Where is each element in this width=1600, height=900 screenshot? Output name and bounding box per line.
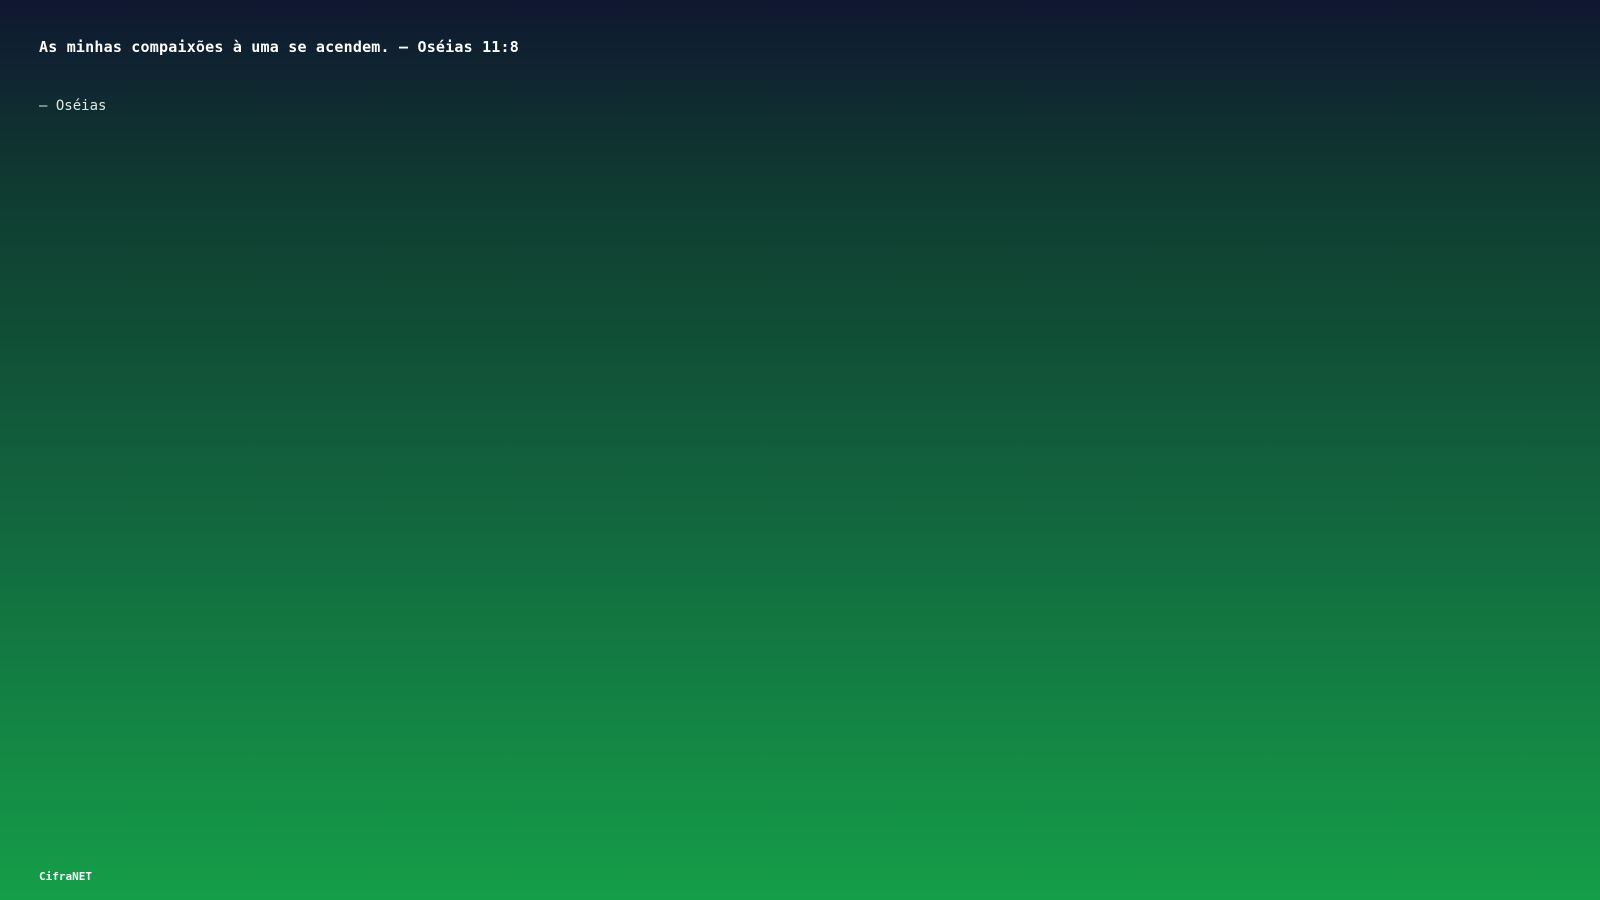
quote-text: As minhas compaixões à uma se acendem. —… <box>39 38 519 56</box>
brand-label: CifraNET <box>39 870 92 883</box>
quote-attribution: — Oséias <box>39 98 107 114</box>
